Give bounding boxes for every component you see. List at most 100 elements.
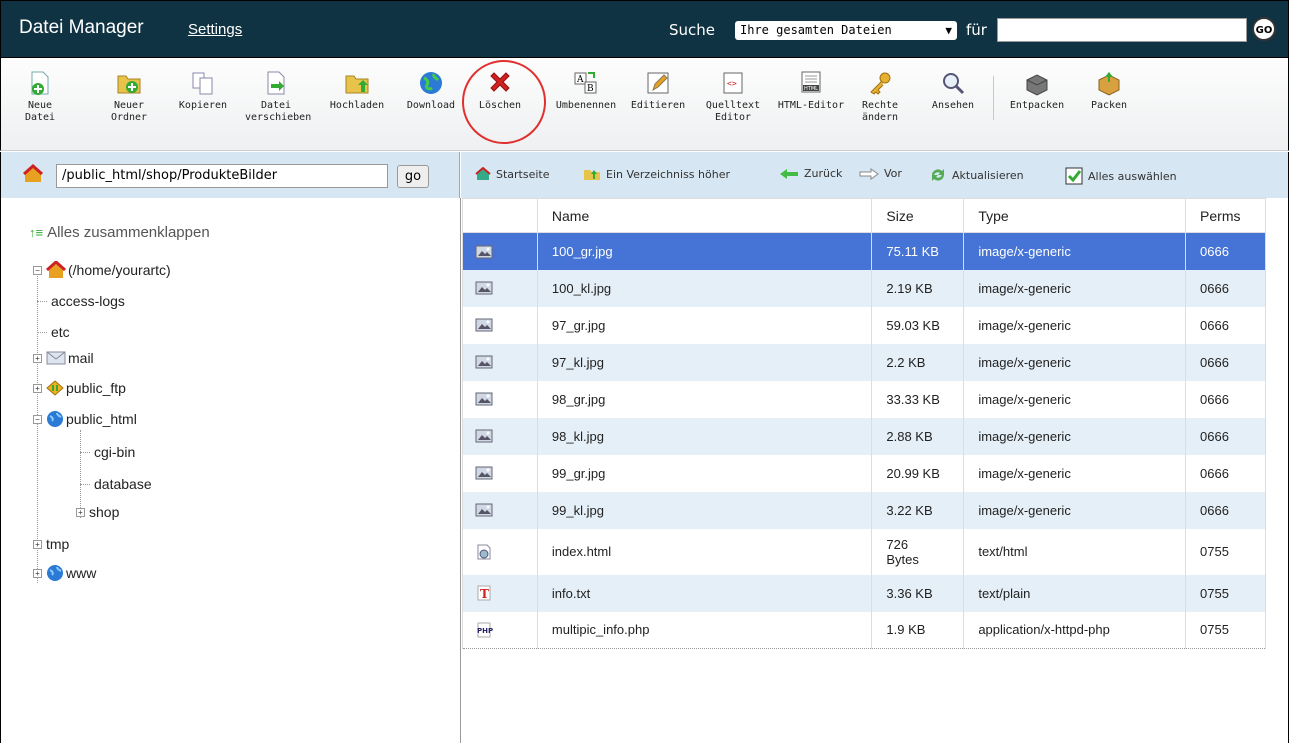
tree-item-public-ftp[interactable]: + public_ftp xyxy=(33,380,126,396)
file-perms[interactable]: 0666 xyxy=(1185,491,1266,529)
file-perms[interactable]: 0666 xyxy=(1185,269,1266,307)
file-perms[interactable]: 0666 xyxy=(1185,306,1266,344)
table-row[interactable]: Tinfo.txt 3.36 KB text/plain 0755 xyxy=(462,574,1266,612)
file-name[interactable]: 97_gr.jpg xyxy=(536,306,873,344)
column-header-name[interactable]: Name xyxy=(536,198,873,233)
tree-item-public-html[interactable]: − public_html xyxy=(33,410,137,428)
tree-item-database[interactable]: database xyxy=(80,476,152,492)
column-header-size[interactable]: Size xyxy=(871,198,965,233)
svg-text:<>: <> xyxy=(727,79,737,88)
edit-button[interactable]: Editieren xyxy=(625,70,691,112)
nav-refresh[interactable]: Aktualisieren xyxy=(929,167,1024,183)
html-file-icon xyxy=(475,543,493,560)
file-size: 33.33 KB xyxy=(871,380,965,418)
table-row[interactable]: 97_kl.jpg 2.2 KB image/x-generic 0666 xyxy=(462,343,1266,381)
table-row[interactable]: 99_kl.jpg 3.22 KB image/x-generic 0666 xyxy=(462,491,1266,529)
new-file-button[interactable]: Neue Datei xyxy=(23,70,57,124)
file-name[interactable]: 98_kl.jpg xyxy=(536,417,873,455)
table-row[interactable]: 100_kl.jpg 2.19 KB image/x-generic 0666 xyxy=(462,269,1266,307)
tree-item-cgi-bin[interactable]: cgi-bin xyxy=(80,444,135,460)
file-type: application/x-httpd-php xyxy=(963,611,1187,649)
file-name[interactable]: 97_kl.jpg xyxy=(536,343,873,381)
new-folder-button[interactable]: Neuer Ordner xyxy=(109,70,149,124)
table-row[interactable]: index.html 726 Bytes text/html 0755 xyxy=(462,528,1266,575)
expand-toggle-icon: + xyxy=(33,568,42,578)
html-editor-button[interactable]: HTML HTML-Editor xyxy=(773,70,849,112)
tree-item-mail[interactable]: + mail xyxy=(33,350,94,366)
tree-root[interactable]: − (/home/yourartc) xyxy=(33,261,171,279)
search-scope-select[interactable]: Ihre gesamten Dateien ▼ xyxy=(735,21,957,40)
table-row[interactable]: 98_gr.jpg 33.33 KB image/x-generic 0666 xyxy=(462,380,1266,418)
settings-link[interactable]: Settings xyxy=(188,21,242,38)
file-perms[interactable]: 0666 xyxy=(1185,417,1266,455)
image-icon xyxy=(475,280,493,295)
download-button[interactable]: Download xyxy=(396,70,466,112)
file-perms[interactable]: 0666 xyxy=(1185,454,1266,492)
arrow-right-icon xyxy=(859,167,879,180)
view-button[interactable]: Ansehen xyxy=(925,70,981,112)
extract-button[interactable]: Entpacken xyxy=(1005,70,1069,112)
file-name[interactable]: 99_gr.jpg xyxy=(536,454,873,492)
file-name[interactable]: index.html xyxy=(536,528,873,575)
search-go-button[interactable]: GO xyxy=(1252,17,1276,41)
image-icon xyxy=(475,354,493,369)
table-row[interactable]: 100_gr.jpg 75.11 KB image/x-generic 0666 xyxy=(462,232,1266,270)
file-perms[interactable]: 0666 xyxy=(1185,380,1266,418)
file-perms[interactable]: 0755 xyxy=(1185,528,1266,575)
file-type: image/x-generic xyxy=(963,454,1187,492)
home-icon xyxy=(475,167,491,180)
move-file-icon xyxy=(267,71,285,95)
upload-button[interactable]: Hochladen xyxy=(319,70,395,112)
image-icon xyxy=(475,317,493,332)
tree-item-shop[interactable]: + shop xyxy=(76,504,119,520)
package-icon xyxy=(1098,72,1120,96)
ftp-icon xyxy=(46,380,64,396)
table-row[interactable]: 97_gr.jpg 59.03 KB image/x-generic 0666 xyxy=(462,306,1266,344)
file-name[interactable]: info.txt xyxy=(536,574,873,612)
nav-forward[interactable]: Vor xyxy=(859,167,902,180)
file-name[interactable]: 100_gr.jpg xyxy=(536,232,873,270)
for-label: für xyxy=(966,21,987,39)
nav-back[interactable]: Zurück xyxy=(779,167,842,180)
file-name[interactable]: 99_kl.jpg xyxy=(536,491,873,529)
file-type: text/plain xyxy=(963,574,1187,612)
file-size: 20.99 KB xyxy=(871,454,965,492)
file-perms[interactable]: 0666 xyxy=(1185,232,1266,270)
column-header-type[interactable]: Type xyxy=(963,198,1187,233)
copy-button[interactable]: Kopieren xyxy=(175,70,231,112)
tree-item-etc[interactable]: etc xyxy=(37,324,70,340)
refresh-icon xyxy=(932,169,944,181)
search-input[interactable] xyxy=(997,18,1247,42)
file-name[interactable]: 100_kl.jpg xyxy=(536,269,873,307)
file-icon-cell: T xyxy=(462,574,538,612)
tree-item-www[interactable]: + www xyxy=(33,564,96,582)
nav-up[interactable]: Ein Verzeichniss höher xyxy=(583,167,730,181)
file-perms[interactable]: 0755 xyxy=(1185,611,1266,649)
compress-button[interactable]: Packen xyxy=(1087,70,1131,112)
collapse-all-link[interactable]: ↑≡ Alles zusammenklappen xyxy=(29,224,210,241)
file-type: image/x-generic xyxy=(963,269,1187,307)
move-file-button[interactable]: Datei verschieben xyxy=(245,70,311,124)
rename-icon: AB xyxy=(574,72,597,94)
file-perms[interactable]: 0755 xyxy=(1185,574,1266,612)
code-editor-icon: <> xyxy=(723,72,743,94)
file-perms[interactable]: 0666 xyxy=(1185,343,1266,381)
file-name[interactable]: multipic_info.php xyxy=(536,611,873,649)
file-name[interactable]: 98_gr.jpg xyxy=(536,380,873,418)
table-row[interactable]: 99_gr.jpg 20.99 KB image/x-generic 0666 xyxy=(462,454,1266,492)
file-icon-cell xyxy=(462,269,538,307)
nav-select-all[interactable]: Alles auswählen xyxy=(1065,167,1177,185)
collapse-toggle-icon: − xyxy=(33,265,42,275)
expand-toggle-icon: + xyxy=(33,539,42,549)
tree-item-access-logs[interactable]: access-logs xyxy=(37,293,125,309)
path-go-button[interactable]: go xyxy=(397,165,429,188)
rename-button[interactable]: AB Umbenennen xyxy=(551,70,621,112)
table-row[interactable]: 98_kl.jpg 2.88 KB image/x-generic 0666 xyxy=(462,417,1266,455)
tree-item-tmp[interactable]: + tmp xyxy=(33,536,69,552)
permissions-button[interactable]: Rechte ändern xyxy=(853,70,907,124)
table-row[interactable]: PHP multipic_info.php 1.9 KB application/x-… xyxy=(462,611,1266,649)
column-header-perms[interactable]: Perms xyxy=(1185,198,1266,233)
nav-home[interactable]: Startseite xyxy=(475,167,550,181)
path-input[interactable]: /public_html/shop/ProdukteBilder xyxy=(56,164,388,188)
source-editor-button[interactable]: <> Quelltext Editor xyxy=(701,70,765,124)
